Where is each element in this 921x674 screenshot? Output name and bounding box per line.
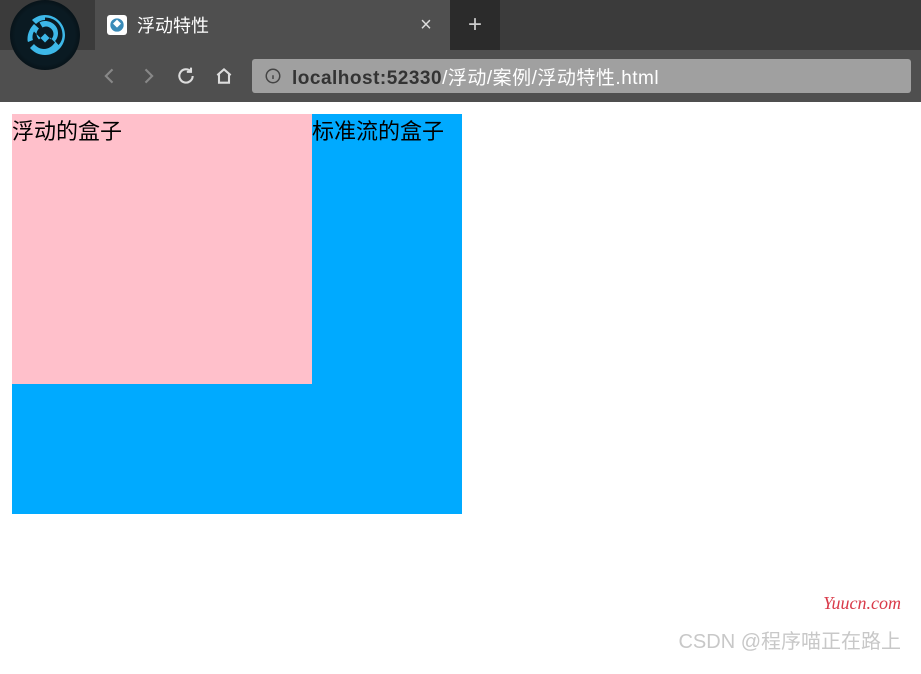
tab-close-icon[interactable]: ×: [414, 14, 438, 37]
nav-bar: localhost:52330/浮动/案例/浮动特性.html: [0, 50, 921, 102]
tab-favicon-icon: [107, 15, 127, 35]
standard-flow-box: 浮动的盒子 标准流的盒子: [12, 114, 462, 514]
tab-title: 浮动特性: [137, 12, 404, 38]
watermark-csdn: CSDN @程序喵正在路上: [678, 625, 901, 654]
page-viewport: 浮动的盒子 标准流的盒子: [0, 102, 921, 674]
site-info-icon[interactable]: [264, 67, 282, 85]
watermark-yuucn: Yuucn.com: [823, 593, 901, 614]
float-box: 浮动的盒子: [12, 114, 312, 384]
reload-button[interactable]: [176, 66, 196, 86]
standard-box-label: 标准流的盒子: [312, 119, 444, 144]
new-tab-button[interactable]: +: [450, 0, 500, 50]
browser-tab[interactable]: 浮动特性 ×: [95, 0, 450, 50]
url-text: localhost:52330/浮动/案例/浮动特性.html: [292, 63, 659, 90]
tab-strip: 浮动特性 × +: [0, 0, 921, 50]
address-bar[interactable]: localhost:52330/浮动/案例/浮动特性.html: [252, 59, 911, 93]
forward-button[interactable]: [138, 66, 158, 86]
back-button[interactable]: [100, 66, 120, 86]
home-button[interactable]: [214, 66, 234, 86]
browser-logo-icon: [10, 0, 80, 70]
